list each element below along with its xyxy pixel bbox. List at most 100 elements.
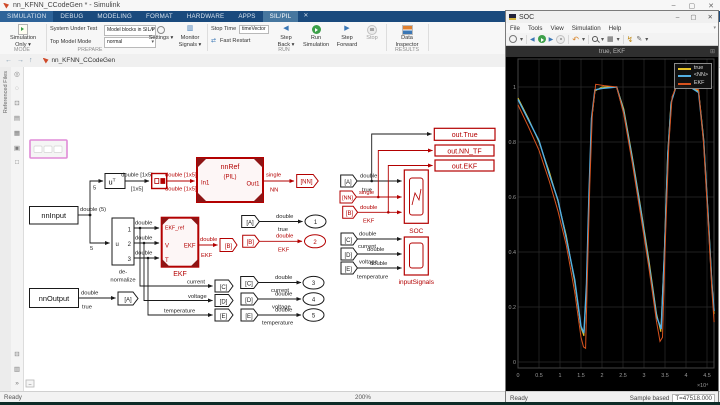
from-e-tag[interactable]: [E] <box>241 309 258 321</box>
goto-c-tag[interactable]: [C] <box>215 280 233 292</box>
goto-nn-tag[interactable]: [NN] <box>297 175 319 188</box>
palette-frame-icon[interactable]: □ <box>15 159 19 166</box>
palette-table-icon[interactable]: ▥ <box>14 365 20 373</box>
step-forward-button[interactable]: ▶ Step Forward <box>334 24 360 48</box>
zoom-level[interactable]: 200% <box>355 394 371 401</box>
palette-annotation-icon[interactable]: ▤ <box>14 114 20 122</box>
nav-back-icon[interactable]: ← <box>5 57 12 64</box>
maximize-icon[interactable]: ▢ <box>689 2 696 10</box>
out-true-block[interactable]: out.True <box>434 128 495 140</box>
nninput-block[interactable]: nnInput <box>30 207 79 225</box>
palette-browse-icon[interactable]: ◎ <box>14 70 20 78</box>
trigger-icon[interactable]: ↯ <box>627 35 634 44</box>
tab-modeling[interactable]: MODELING <box>90 11 139 22</box>
from-d2-tag[interactable]: [D] <box>341 248 357 260</box>
simulation-only-button[interactable]: Simulation Only ▾ <box>2 24 44 48</box>
nav-up-icon[interactable]: ↑ <box>29 57 33 64</box>
palette-capture-icon[interactable]: ⊟ <box>14 350 19 358</box>
menu-simulation[interactable]: Simulation <box>568 25 605 32</box>
zoom-icon[interactable] <box>592 36 598 42</box>
plot-legend[interactable]: true<NN>EKF <box>674 63 712 89</box>
menu-file[interactable]: File <box>506 25 524 32</box>
signal-label: double <box>276 214 293 220</box>
from-d-tag[interactable]: [D] <box>241 293 258 305</box>
denormalize-block[interactable]: u 1 2 3 de- normalize <box>110 218 135 284</box>
group-separator <box>386 24 387 51</box>
expand-plot-icon[interactable]: ⊞ <box>710 48 715 55</box>
from-c-tag[interactable]: [C] <box>241 277 259 289</box>
close-icon[interactable]: ✕ <box>708 13 713 21</box>
model-diagram[interactable]: nnInput double (5) 5 5 uT double [1x5] [… <box>24 67 505 391</box>
from-e2-tag[interactable]: [E] <box>341 262 357 274</box>
outport-3[interactable]: 3 <box>303 276 324 289</box>
monitor-signals-button[interactable]: ▥ Monitor Signals ▾ <box>176 24 204 48</box>
menu-pin-icon[interactable]: ▾ <box>709 25 718 31</box>
nnref-pil-block[interactable]: nnRef (PIL) In1 Out1 <box>197 158 263 202</box>
toolbar-separator <box>526 35 527 44</box>
goto-b-tag[interactable]: [B] <box>220 239 237 252</box>
tab-sil-pil[interactable]: SIL/PIL <box>263 11 299 22</box>
run-simulation-button[interactable]: Run Simulation <box>300 24 332 48</box>
wire[interactable] <box>90 215 110 243</box>
restore-view-icon[interactable]: ↶ <box>572 35 579 44</box>
outport-5[interactable]: 5 <box>303 309 324 322</box>
outport-2[interactable]: 2 <box>305 235 326 248</box>
from-a2-tag[interactable]: [A] <box>341 175 357 187</box>
fast-restart-toggle[interactable]: Fast Restart <box>220 38 250 44</box>
close-icon[interactable]: ✕ <box>708 2 714 10</box>
scope-stop-icon[interactable] <box>556 35 565 44</box>
inputsignals-scope-block[interactable]: inputSignals <box>399 237 435 286</box>
collapse-panel-button[interactable]: – <box>26 380 34 388</box>
signal-label: double <box>135 236 152 242</box>
palette-area-icon[interactable]: ▦ <box>14 129 20 137</box>
soc-scope-block[interactable]: SOC <box>404 170 428 235</box>
minimize-icon[interactable]: – <box>676 14 680 21</box>
tab-apps[interactable]: APPS <box>231 11 262 22</box>
tab-format[interactable]: FORMAT <box>139 11 180 22</box>
outport-1[interactable]: 1 <box>305 215 326 228</box>
scope-settings-icon[interactable] <box>509 35 517 43</box>
tab-debug[interactable]: DEBUG <box>53 11 90 22</box>
from-c2-tag[interactable]: [C] <box>341 233 357 245</box>
nnoutput-block[interactable]: nnOutput <box>30 289 79 308</box>
stop-button[interactable]: Stop <box>362 24 382 42</box>
measurements-icon[interactable]: ✎ <box>636 35 642 43</box>
top-model-mode-label: Top Model Mode <box>50 39 91 45</box>
ekf-block[interactable]: EKF_ref V T EKF EKF <box>162 218 199 278</box>
from-b-tag[interactable]: [B] <box>243 235 260 247</box>
goto-a-tag[interactable]: [A] <box>118 292 138 305</box>
breadcrumb[interactable]: nn_KFNN_CCodeGen <box>52 57 116 64</box>
menu-view[interactable]: View <box>546 25 567 32</box>
nav-forward-icon[interactable]: → <box>17 57 24 64</box>
menu-tools[interactable]: Tools <box>524 25 546 32</box>
scope-step-back-icon[interactable]: ◀ <box>530 36 535 43</box>
palette-viewmark-icon[interactable]: ▣ <box>14 144 20 152</box>
group-label-prepare: PREPARE <box>50 47 130 53</box>
palette-zoom-icon[interactable]: ◌ <box>15 85 19 92</box>
commented-subsystem-block[interactable] <box>30 140 67 158</box>
settings-button[interactable]: Settings ▾ <box>148 24 174 42</box>
tab-simulation[interactable]: SIMULATION <box>0 11 53 22</box>
from-a-tag[interactable]: [A] <box>242 216 260 228</box>
palette-fit-view-icon[interactable]: ⊡ <box>14 99 19 107</box>
layout-icon[interactable]: ▦ <box>607 35 614 43</box>
minimize-icon[interactable]: – <box>672 2 676 9</box>
stop-time-input[interactable] <box>239 25 269 34</box>
out-nn-tf-block[interactable]: out.NN_TF <box>435 145 494 156</box>
maximize-icon[interactable]: ▢ <box>690 13 696 21</box>
out-ekf-block[interactable]: out.EKF <box>435 160 494 171</box>
outport-4[interactable]: 4 <box>303 293 324 306</box>
tab-hardware[interactable]: HARDWARE <box>180 11 231 22</box>
menu-help[interactable]: Help <box>605 25 626 32</box>
scope-run-icon[interactable] <box>538 35 546 43</box>
goto-e-tag[interactable]: [E] <box>215 309 233 321</box>
from-b2-tag[interactable]: [B] <box>343 206 358 218</box>
palette-expand-icon[interactable]: » <box>15 380 19 387</box>
scope-step-forward-icon[interactable]: ▶ <box>549 36 554 43</box>
goto-d-tag[interactable]: [D] <box>215 295 233 307</box>
from-nn-tag[interactable]: [NN] <box>340 191 356 203</box>
data-inspector-button[interactable]: Data Inspector <box>392 24 422 48</box>
step-back-button[interactable]: ◀ Step Back ▾ <box>274 24 298 48</box>
data-inspector-icon <box>402 25 413 35</box>
close-context-tab-icon[interactable]: ✕ <box>298 11 313 22</box>
